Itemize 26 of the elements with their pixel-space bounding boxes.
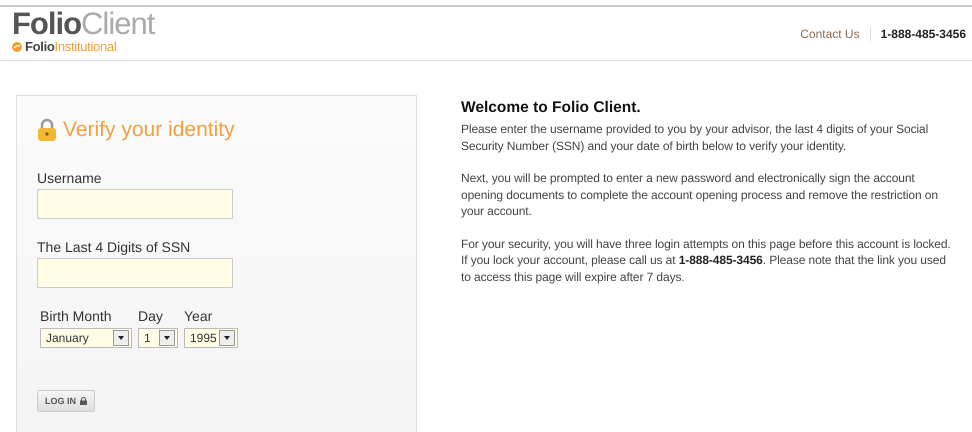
field-label: The Last 4 Digits of SSN: [37, 239, 192, 255]
field-label: Birth Month: [40, 308, 113, 324]
info-paragraph: For your security, you will have three login attempts on this page before this account is locked. If you lock your account, please call us at 1-888-485-3456. Please note that the link you used to access this page will expire after 7 days.: [461, 236, 952, 285]
logo-icon: [12, 42, 22, 52]
text-field[interactable]: [37, 189, 233, 219]
padlock-icon: [37, 118, 57, 142]
dropdown-arrow-icon: [164, 336, 170, 340]
dropdown[interactable]: January: [40, 328, 132, 348]
lock-icon: [80, 397, 87, 405]
dropdown-arrow-icon: [224, 336, 230, 340]
dropdown-arrow-icon: [118, 336, 124, 340]
field-label: Day: [138, 308, 164, 324]
login-button[interactable]: LOG IN: [37, 390, 95, 412]
field-label: Username: [37, 170, 103, 186]
logo-wordmark: FolioClient: [12, 9, 154, 39]
text-field[interactable]: [37, 258, 233, 288]
info-paragraph: Please enter the username provided to you by your advisor, the last 4 digits of your Social Security Number (SSN) and your date of birth below to verify your identity.: [461, 121, 930, 154]
contact-link[interactable]: Contact Us: [800, 26, 871, 40]
dropdown[interactable]: 1: [138, 328, 178, 348]
welcome-heading: Welcome to Folio Client.: [461, 99, 642, 117]
dropdown[interactable]: 1995: [184, 328, 238, 348]
info-paragraph: Next, you will be prompted to enter a new password and electronically sign the account opening documents to complete the account opening process and remove the restriction on your account.: [461, 170, 939, 220]
form-title: Verify your identity: [63, 118, 235, 142]
phone-number: 1-888-485-3456: [880, 26, 966, 40]
sub-logo: FolioInstitutional: [25, 39, 116, 54]
field-label: Year: [184, 308, 214, 324]
